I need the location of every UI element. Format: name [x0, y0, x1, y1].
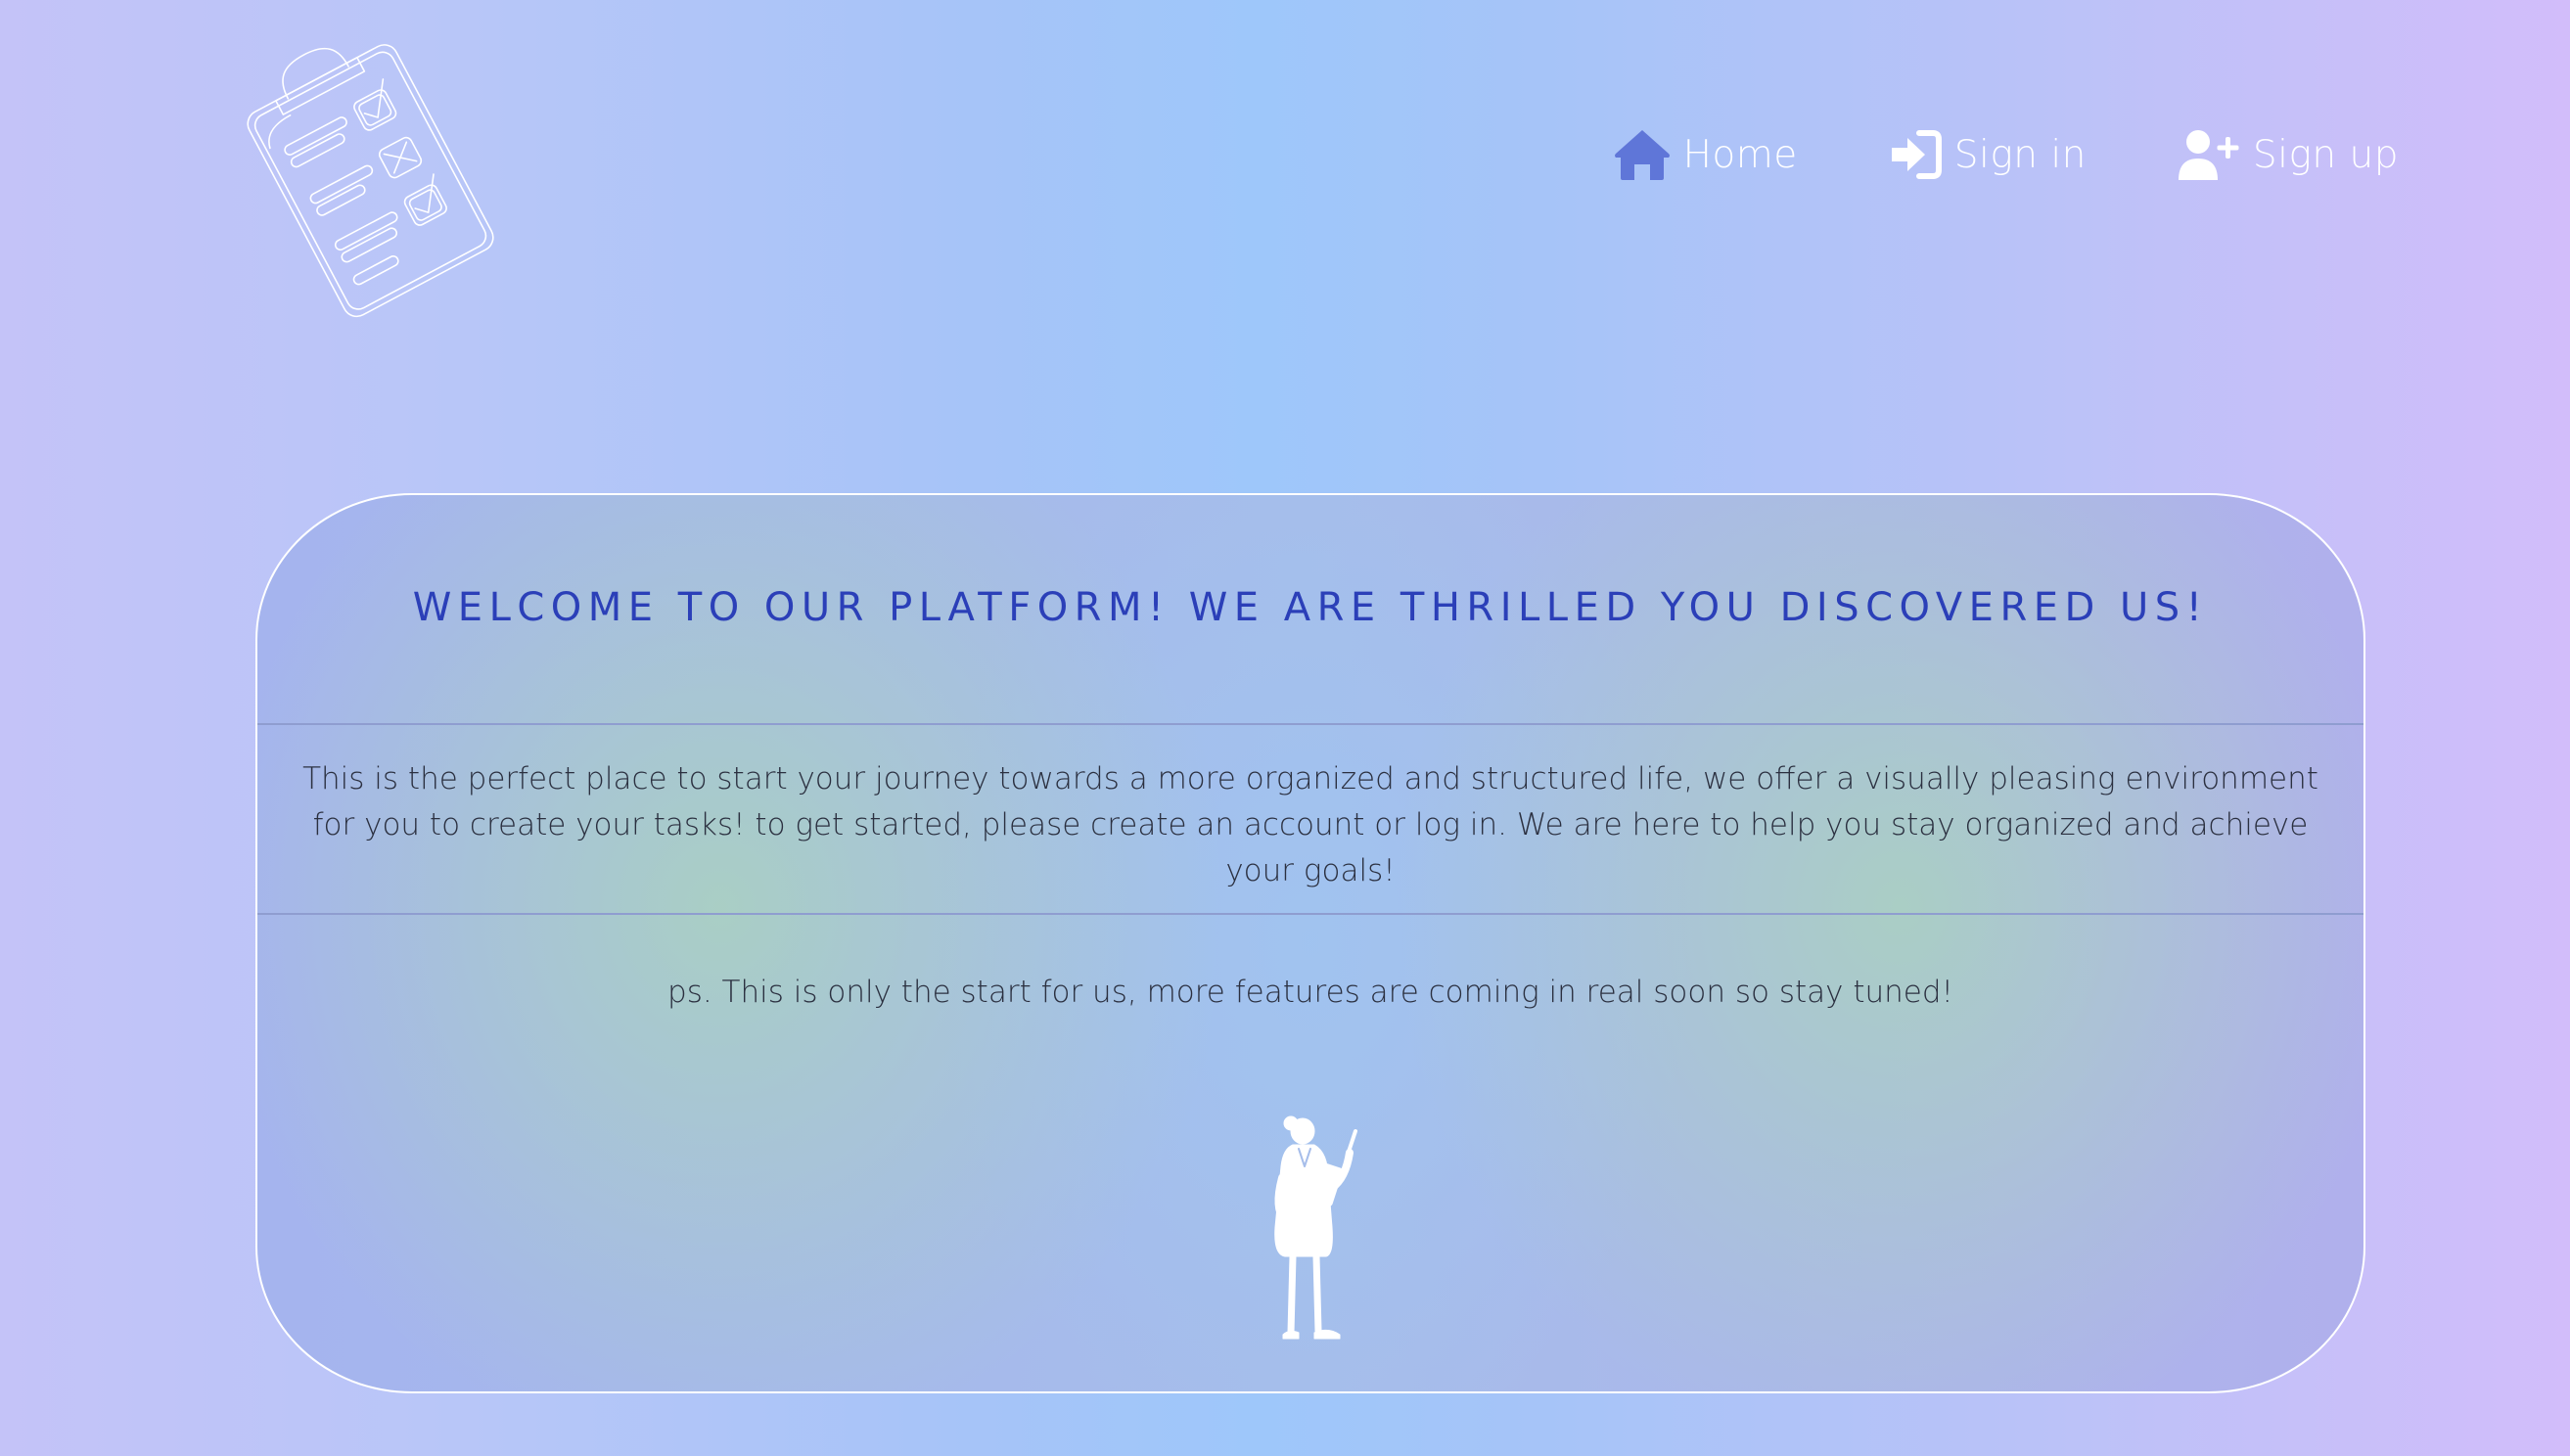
user-plus-icon	[2177, 127, 2241, 182]
nav-home-label: Home	[1682, 132, 1798, 177]
nav-sign-in-link[interactable]: Sign in	[1888, 128, 2087, 181]
clipboard-logo-icon[interactable]	[225, 27, 509, 321]
ps-note: ps. This is only the start for us, more …	[667, 975, 1953, 1010]
card-title-section: WELCOME TO OUR PLATFORM! WE ARE THRILLED…	[257, 495, 2363, 725]
sign-in-icon	[1888, 128, 1943, 181]
welcome-description: This is the perfect place to start your …	[302, 761, 2318, 888]
nav-home-link[interactable]: Home	[1613, 127, 1798, 182]
nav-sign-in-label: Sign in	[1953, 132, 2087, 177]
nav-sign-up-link[interactable]: Sign up	[2177, 127, 2399, 182]
card-body-section: This is the perfect place to start your …	[257, 725, 2363, 915]
home-icon	[1613, 127, 1672, 182]
welcome-title: WELCOME TO OUR PLATFORM! WE ARE THRILLED…	[412, 585, 2209, 630]
nav-sign-up-label: Sign up	[2252, 132, 2399, 177]
main-nav: Home Sign in Sign up	[1613, 127, 2399, 182]
woman-with-clipboard-illustration	[1256, 1110, 1383, 1344]
welcome-card: WELCOME TO OUR PLATFORM! WE ARE THRILLED…	[255, 493, 2365, 1393]
